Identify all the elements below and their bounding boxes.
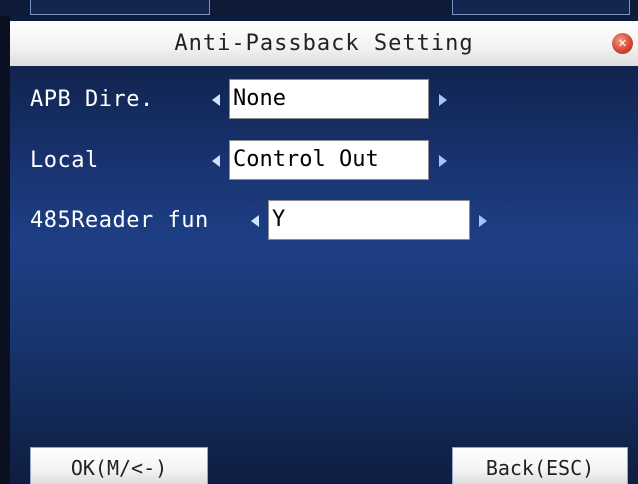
left-arrow-icon[interactable]	[251, 215, 259, 227]
485reader-value: Y	[272, 207, 286, 232]
setting-row-local: Local Control Out	[0, 139, 638, 183]
right-arrow-icon[interactable]	[439, 94, 447, 106]
left-arrow-icon[interactable]	[212, 94, 220, 106]
title-bar: Anti-Passback Setting ✕	[10, 21, 638, 66]
right-arrow-icon[interactable]	[479, 215, 487, 227]
page-title: Anti-Passback Setting	[174, 31, 474, 56]
back-button-label: Back(ESC)	[485, 456, 595, 480]
setting-label-485reader: 485Reader fun	[30, 208, 209, 233]
back-button[interactable]: Back(ESC)	[452, 447, 628, 484]
top-tab-left	[30, 0, 210, 15]
left-arrow-icon[interactable]	[212, 155, 220, 167]
close-icon[interactable]: ✕	[612, 33, 633, 54]
right-arrow-icon[interactable]	[439, 155, 447, 167]
setting-row-apb-direction: APB Dire. None	[0, 78, 638, 122]
485reader-field[interactable]: Y	[268, 200, 470, 240]
top-tab-right	[452, 0, 630, 15]
local-field[interactable]: Control Out	[229, 140, 429, 180]
ok-button-label: OK(M/<-)	[70, 456, 168, 480]
local-value: Control Out	[233, 147, 379, 172]
device-screen: Anti-Passback Setting ✕ APB Dire. None L…	[0, 0, 638, 484]
apb-direction-field[interactable]: None	[229, 79, 429, 119]
apb-direction-value: None	[233, 86, 286, 111]
setting-row-485reader: 485Reader fun Y	[0, 199, 638, 243]
setting-label-local: Local	[30, 148, 99, 173]
setting-label-apb-direction: APB Dire.	[30, 87, 154, 112]
ok-button[interactable]: OK(M/<-)	[30, 447, 208, 484]
